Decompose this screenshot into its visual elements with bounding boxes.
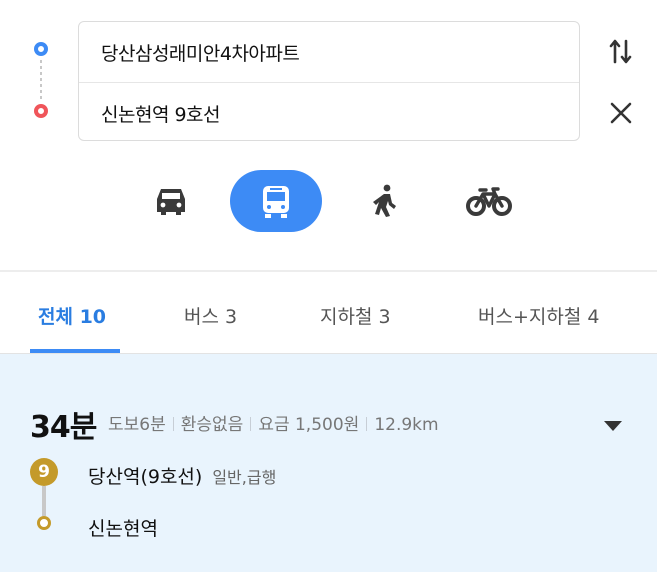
origin-input[interactable]: 당산삼성래미안4차아파트 bbox=[101, 39, 300, 66]
close-icon bbox=[610, 102, 632, 124]
route-type-tabs: 전체 10 버스 3 지하철 3 버스+지하철 4 bbox=[0, 272, 657, 354]
departure-station: 당산역(9호선) 일반,급행 bbox=[88, 462, 276, 489]
inputs-divider bbox=[79, 82, 579, 83]
arrival-station: 신논현역 bbox=[88, 518, 158, 540]
route-inputs: 당산삼성래미안4차아파트 신논현역 9호선 bbox=[78, 21, 580, 141]
chevron-down-icon bbox=[604, 421, 622, 431]
route-duration: 34분 bbox=[30, 410, 97, 445]
mode-car-button[interactable] bbox=[140, 170, 202, 232]
mode-walk-button[interactable] bbox=[354, 170, 416, 232]
mode-bus-button[interactable] bbox=[230, 170, 322, 232]
train-type: 일반,급행 bbox=[212, 468, 277, 487]
tab-subway[interactable]: 지하철 3 bbox=[320, 302, 391, 329]
swap-button[interactable] bbox=[606, 36, 636, 66]
tab-all[interactable]: 전체 10 bbox=[38, 302, 106, 329]
tab-bus[interactable]: 버스 3 bbox=[184, 302, 237, 329]
expand-button[interactable] bbox=[602, 418, 624, 437]
walk-icon bbox=[373, 184, 396, 217]
swap-arrows-icon bbox=[609, 39, 632, 64]
origin-marker-icon bbox=[34, 42, 48, 56]
transfer-info: 환승없음 bbox=[180, 415, 244, 435]
departure-station-name: 당산역(9호선) bbox=[88, 466, 203, 488]
route-connector bbox=[40, 60, 42, 100]
line-9-badge: 9 bbox=[30, 458, 58, 486]
fare-info: 요금 1,500원 bbox=[258, 415, 360, 435]
line-connector bbox=[42, 486, 46, 516]
summary-separator bbox=[172, 417, 174, 431]
summary-separator bbox=[366, 417, 368, 431]
active-tab-indicator bbox=[30, 349, 120, 353]
car-icon bbox=[157, 189, 185, 215]
mode-bike-button[interactable] bbox=[458, 170, 520, 232]
arrival-stop-icon bbox=[37, 516, 51, 530]
summary-separator bbox=[250, 417, 252, 431]
route-summary: 도보6분 환승없음 요금 1,500원 12.9km bbox=[108, 410, 439, 435]
clear-button[interactable] bbox=[606, 98, 636, 128]
transport-modes bbox=[0, 170, 657, 232]
bike-icon bbox=[466, 187, 512, 216]
walk-time: 도보6분 bbox=[108, 415, 166, 435]
route-result-card[interactable]: 34분 도보6분 환승없음 요금 1,500원 12.9km 9 당산역(9호선) 일반… bbox=[0, 354, 657, 572]
destination-marker-icon bbox=[34, 104, 48, 118]
route-panel: 당산삼성래미안4차아파트 신논현역 9호선 bbox=[0, 0, 657, 270]
destination-input[interactable]: 신논현역 9호선 bbox=[101, 100, 221, 127]
distance-info: 12.9km bbox=[374, 415, 439, 435]
tab-bus-subway[interactable]: 버스+지하철 4 bbox=[478, 302, 599, 329]
bus-icon bbox=[263, 186, 289, 218]
